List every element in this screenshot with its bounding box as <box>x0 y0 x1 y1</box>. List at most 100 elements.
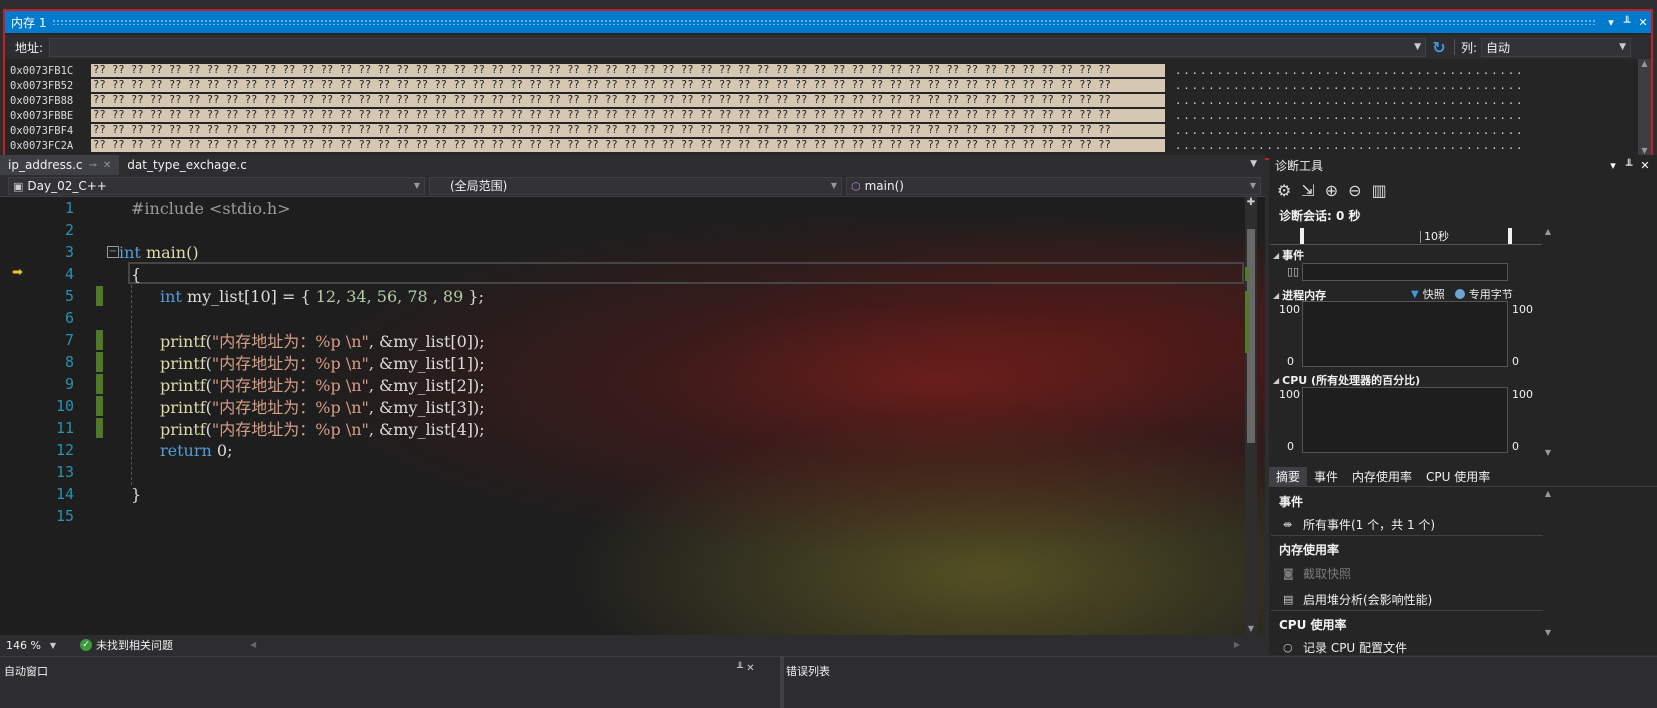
code-text: main() <box>140 242 199 262</box>
timeline-end-marker[interactable] <box>1508 228 1512 244</box>
divider <box>1271 610 1543 611</box>
split-icon[interactable]: ✚ <box>1245 197 1257 208</box>
code-line: 2 <box>0 219 1245 241</box>
scroll-down-icon[interactable]: ▼ <box>1245 624 1257 633</box>
panel-divider[interactable] <box>780 657 784 708</box>
line-number: 8 <box>64 353 74 371</box>
scroll-up-icon[interactable]: ▲ <box>1541 227 1555 236</box>
project-dropdown[interactable]: ▣ Day_02_C++ ▼ <box>8 176 425 195</box>
scroll-down-icon[interactable]: ▼ <box>1541 628 1555 637</box>
export-icon[interactable]: ⇲ <box>1301 181 1314 200</box>
code-line: 14 } <box>0 483 1245 505</box>
take-snapshot-button[interactable]: ◙ 截取快照 <box>1283 565 1351 582</box>
memory-row-ascii[interactable]: ........................................… <box>1165 80 1525 92</box>
memory-row-ascii[interactable]: ........................................… <box>1165 95 1525 107</box>
issues-status[interactable]: 未找到相关问题 <box>96 637 173 653</box>
pin-icon[interactable]: ╨ <box>1619 14 1635 30</box>
diagnostics-scrollbar[interactable]: ▲ ▼ <box>1541 227 1555 457</box>
close-icon[interactable]: ✕ <box>1635 14 1651 30</box>
scroll-down-icon[interactable]: ▼ <box>1541 448 1555 457</box>
window-menu-icon[interactable]: ▾ <box>1603 14 1619 30</box>
zoom-select[interactable]: 146 % ▼ <box>0 636 62 654</box>
tab-dat-type-exchage[interactable]: dat_type_exchage.c <box>119 155 255 175</box>
close-icon[interactable]: ✕ <box>103 160 111 171</box>
memory-window-titlebar[interactable]: 内存 1 ▾ ╨ ✕ <box>5 11 1651 33</box>
diagnostics-toolbar: ⚙ ⇲ ⊕ ⊖ ▥ <box>1269 175 1657 205</box>
error-list-title[interactable]: 错误列表 <box>786 663 830 679</box>
reset-zoom-icon[interactable]: ▥ <box>1372 181 1387 200</box>
zoom-in-icon[interactable]: ⊕ <box>1325 181 1338 200</box>
all-events-link[interactable]: ⇼ 所有事件(1 个，共 1 个) <box>1283 516 1435 533</box>
address-input[interactable]: ▼ <box>49 37 1426 57</box>
snapshot-legend-label: 快照 <box>1422 288 1445 301</box>
record-cpu-button[interactable]: ○ 记录 CPU 配置文件 <box>1283 639 1407 656</box>
tab-overflow-icon[interactable]: ▼ <box>1250 159 1257 169</box>
memory-scrollbar[interactable]: ▲ ▼ <box>1638 59 1651 157</box>
code-line: 13 <box>0 461 1245 483</box>
memory-row-hex[interactable]: ?? ?? ?? ?? ?? ?? ?? ?? ?? ?? ?? ?? ?? ?… <box>91 64 1165 77</box>
settings-gear-icon[interactable]: ⚙ <box>1277 181 1291 200</box>
tab-memory-usage[interactable]: 内存使用率 <box>1345 467 1419 487</box>
code-editor: ip_address.c ⊸ ✕ dat_type_exchage.c ▼ ▣ D… <box>0 155 1265 655</box>
horizontal-scrollbar[interactable]: ◀ ▶ <box>250 640 1240 650</box>
line-number: 13 <box>55 463 74 481</box>
code-area[interactable]: ➡ 1 #include <stdio.h> 2 3 − int main() … <box>0 197 1265 635</box>
timeline-ruler[interactable]: 10秒 <box>1270 227 1542 245</box>
code-string: "内存地址为：%p \n" <box>211 398 369 417</box>
snapshot-legend-icon: ▼ <box>1411 288 1419 300</box>
memory-row-hex[interactable]: ?? ?? ?? ?? ?? ?? ?? ?? ?? ?? ?? ?? ?? ?… <box>91 109 1165 122</box>
timeline-label: 10秒 <box>1424 230 1449 243</box>
autos-window-title[interactable]: 自动窗口 <box>4 663 48 679</box>
memory-row-hex[interactable]: ?? ?? ?? ?? ?? ?? ?? ?? ?? ?? ?? ?? ?? ?… <box>91 94 1165 107</box>
memory-address-bar: 地址: ▼ ↻ 列: 自动 ▼ <box>5 35 1651 59</box>
address-dropdown-icon[interactable]: ▼ <box>1414 42 1421 52</box>
tab-summary[interactable]: 摘要 <box>1269 466 1308 487</box>
events-section-header[interactable]: ◢ 事件 <box>1273 247 1304 263</box>
memory-row-ascii[interactable]: ........................................… <box>1165 140 1525 152</box>
collapse-triangle-icon: ◢ <box>1273 290 1280 300</box>
tab-events[interactable]: 事件 <box>1307 467 1345 487</box>
memory-row-ascii[interactable]: ........................................… <box>1165 125 1525 137</box>
code-keyword: int <box>160 286 182 306</box>
code-text: }; <box>463 286 484 306</box>
memory-row-ascii[interactable]: ........................................… <box>1165 110 1525 122</box>
scroll-down-icon[interactable]: ▼ <box>1638 146 1651 155</box>
cpu-header-label: CPU (所有处理器的百分比) <box>1282 374 1421 387</box>
heap-analysis-button[interactable]: ▤ 启用堆分析(会影响性能) <box>1283 591 1432 608</box>
scroll-up-icon[interactable]: ▲ <box>1541 489 1555 498</box>
pause-icon[interactable]: ▯▯ <box>1287 265 1299 278</box>
memory-row-ascii[interactable]: ........................................… <box>1165 65 1525 77</box>
timeline-start-marker[interactable] <box>1300 228 1304 244</box>
code-string: "内存地址为：%p \n" <box>211 376 369 395</box>
close-icon[interactable]: ✕ <box>1637 157 1653 173</box>
memory-row-hex[interactable]: ?? ?? ?? ?? ?? ?? ?? ?? ?? ?? ?? ?? ?? ?… <box>91 139 1165 152</box>
scope-dropdown[interactable]: (全局范围) ▼ <box>429 176 842 195</box>
member-dropdown[interactable]: ⬡ main() ▼ <box>846 176 1261 195</box>
bottom-panels: 自动窗口 ╨ ✕ 错误列表 <box>0 656 1657 708</box>
memory-row-address: 0x0073FB52 <box>10 79 74 92</box>
zoom-out-icon[interactable]: ⊖ <box>1348 181 1361 200</box>
cpu-section-header[interactable]: ◢ CPU (所有处理器的百分比) <box>1273 372 1420 388</box>
editor-scrollbar[interactable]: ✚ ▼ <box>1245 197 1257 635</box>
project-icon: ▣ <box>13 179 24 193</box>
summary-scrollbar[interactable]: ▲ ▼ <box>1541 489 1555 637</box>
scroll-up-icon[interactable]: ▲ <box>1638 59 1651 68</box>
window-menu-icon[interactable]: ▾ <box>1605 157 1621 173</box>
tab-cpu-usage[interactable]: CPU 使用率 <box>1419 467 1497 487</box>
memory-row: 0x0073FB88 ?? ?? ?? ?? ?? ?? ?? ?? ?? ?? … <box>5 93 1639 108</box>
tab-label: dat_type_exchage.c <box>127 158 247 172</box>
diagnostics-titlebar[interactable]: 诊断工具 ▾ ╨ ✕ <box>1269 155 1657 175</box>
refresh-icon[interactable]: ↻ <box>1426 38 1452 57</box>
pin-icon[interactable]: ╨ <box>1621 157 1637 173</box>
scroll-right-icon[interactable]: ▶ <box>1234 640 1240 649</box>
memory-row-hex[interactable]: ?? ?? ?? ?? ?? ?? ?? ?? ?? ?? ?? ?? ?? ?… <box>91 124 1165 137</box>
tab-ip-address[interactable]: ip_address.c ⊸ ✕ <box>0 155 120 175</box>
memory-row-hex[interactable]: ?? ?? ?? ?? ?? ?? ?? ?? ?? ?? ?? ?? ?? ?… <box>91 79 1165 92</box>
collapse-icon[interactable]: − <box>107 246 119 258</box>
pin-icon[interactable]: ⊸ <box>89 160 97 171</box>
autos-window-buttons[interactable]: ╨ ✕ <box>737 663 755 674</box>
line-number: 9 <box>64 375 74 393</box>
scroll-left-icon[interactable]: ◀ <box>250 640 256 649</box>
change-mark <box>1245 291 1249 353</box>
columns-select[interactable]: 自动 ▼ <box>1481 37 1632 57</box>
